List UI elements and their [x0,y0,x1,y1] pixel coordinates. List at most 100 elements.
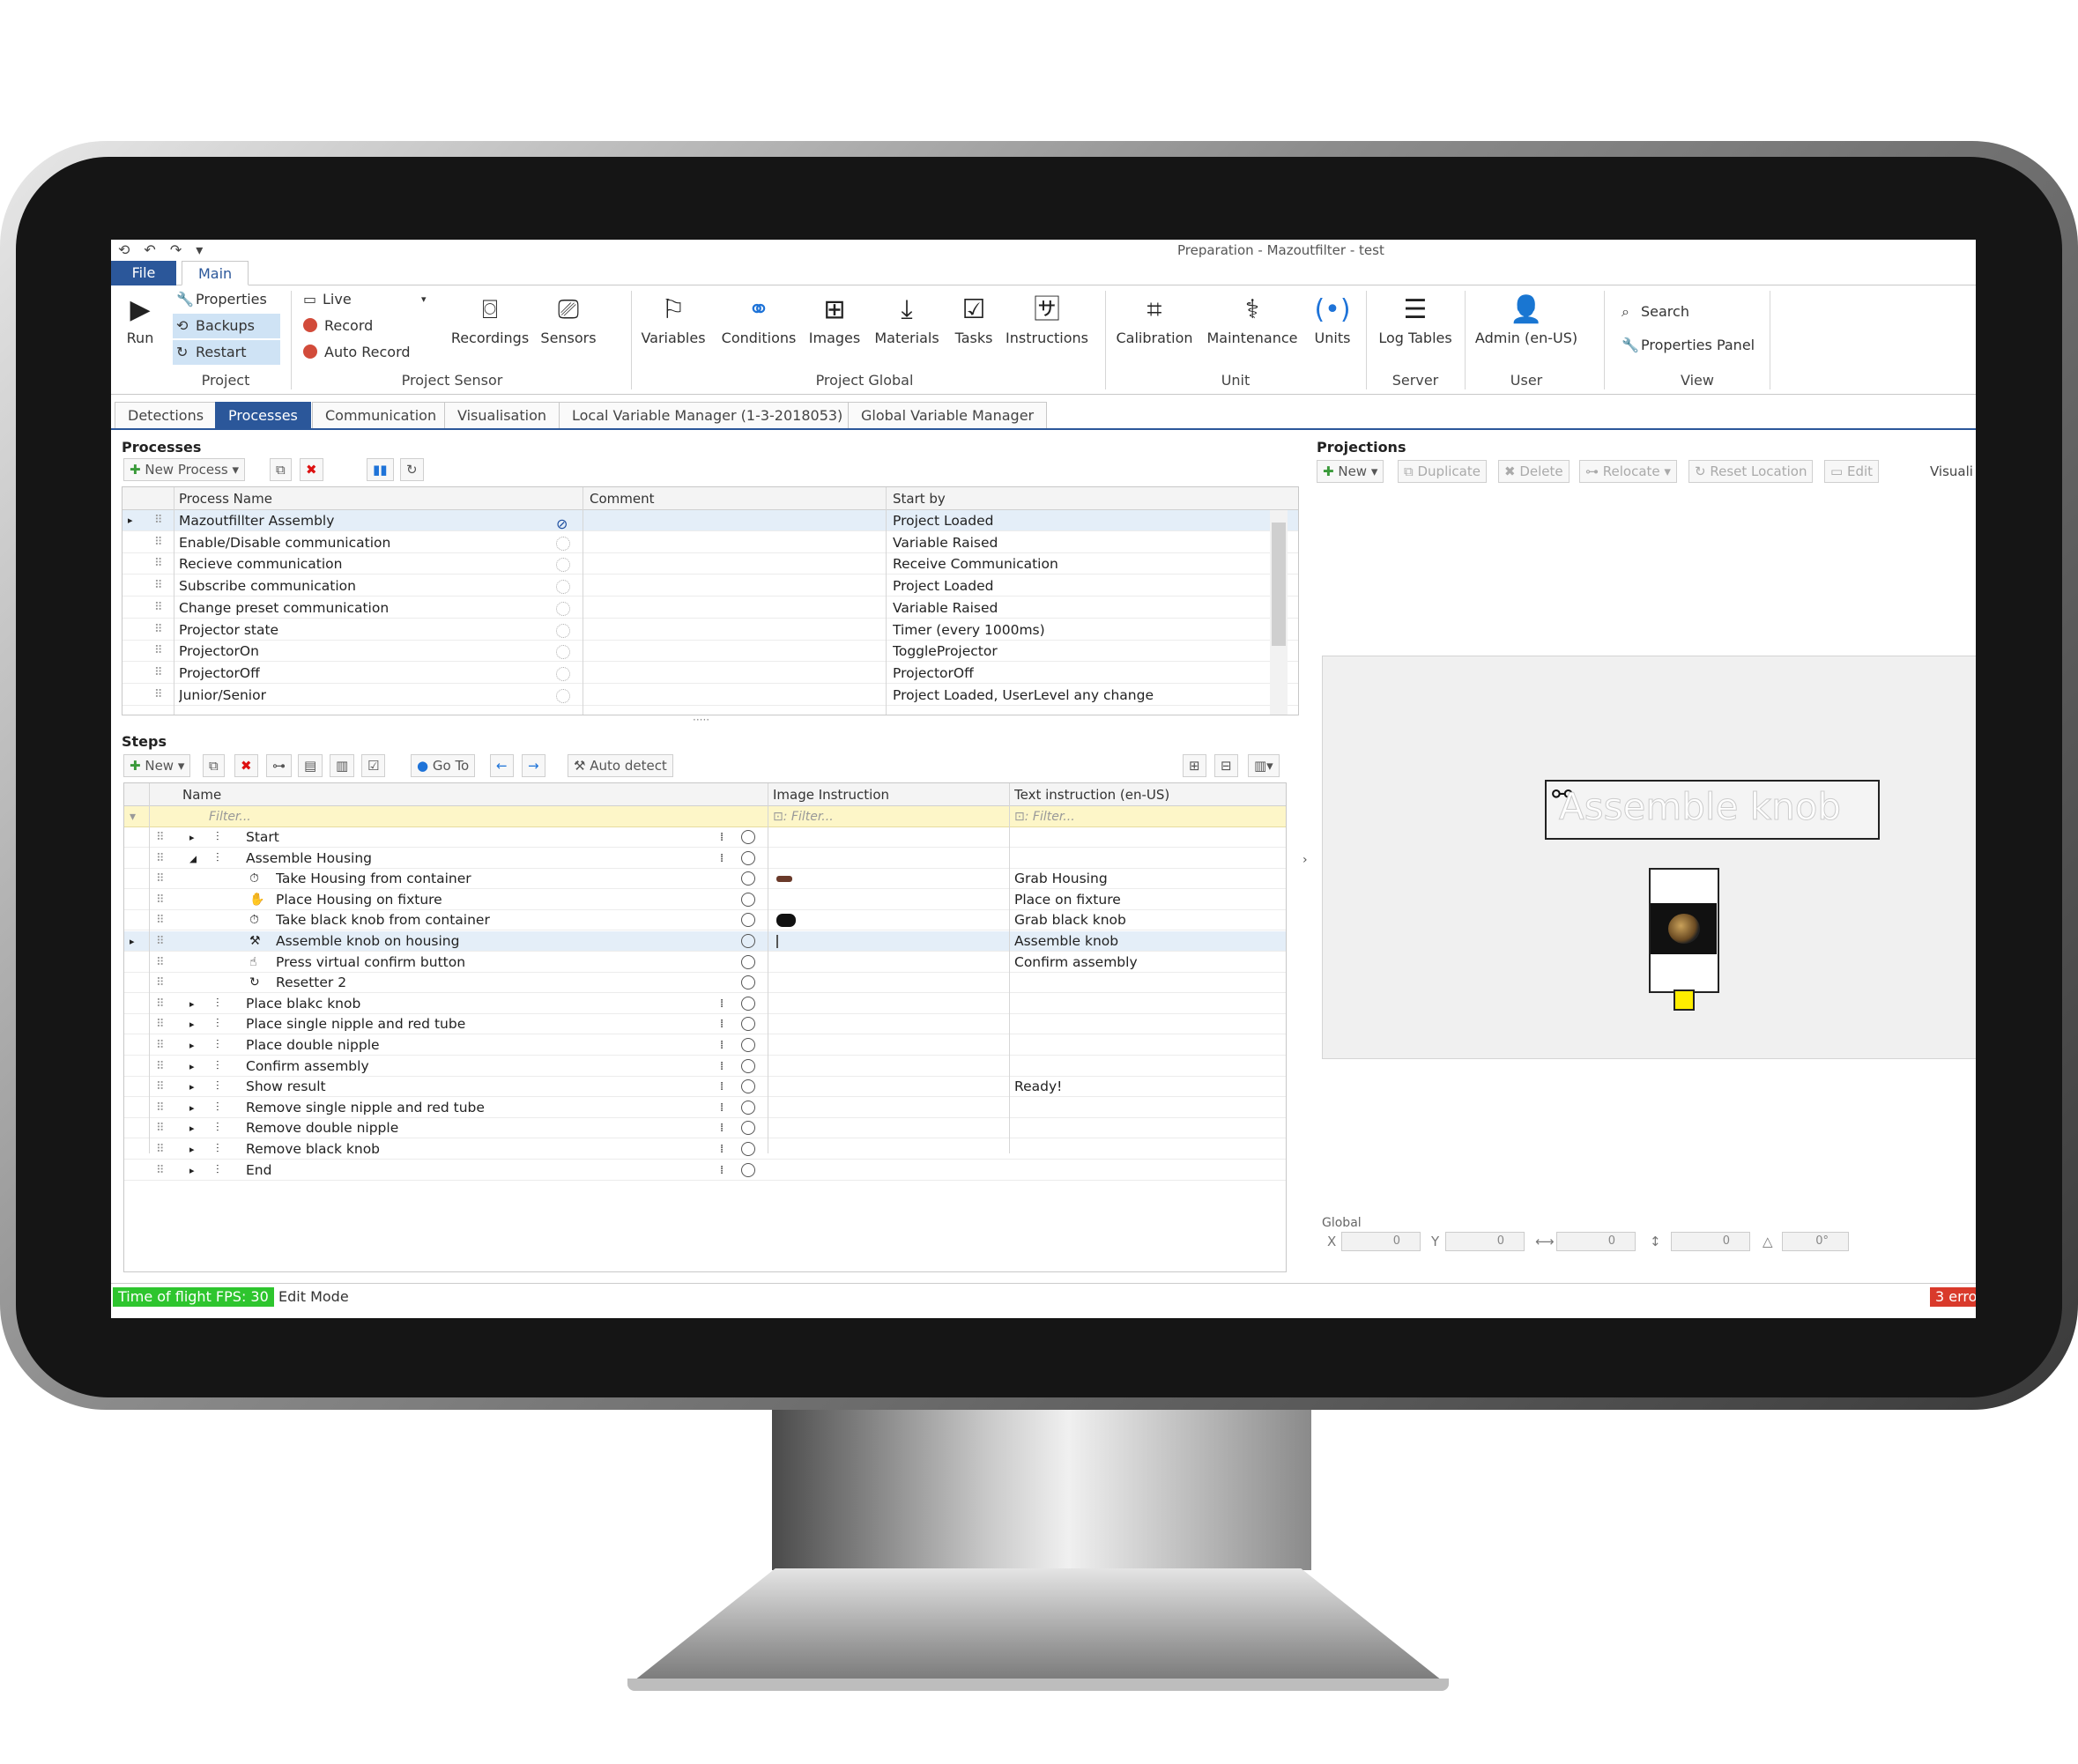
relocate-button[interactable]: ⊶ Relocate ▾ [1579,460,1677,483]
text-filter-input[interactable]: ⊡: Filter... [1014,806,1075,827]
tab-detections[interactable]: Detections [115,402,218,428]
drag-handle-icon[interactable]: ⠿ [154,663,163,684]
tasks-button[interactable]: ☑ Tasks [950,291,998,346]
drag-handle-icon[interactable]: ⠿ [154,685,163,706]
drag-handle-icon[interactable]: ⠿ [154,597,163,619]
tab-processes[interactable]: Processes [215,402,311,428]
copy-step-button[interactable]: ⧉ [203,754,225,777]
next-step-button[interactable]: → [522,754,545,777]
run-button[interactable]: ▶ Run [118,291,162,346]
step-row[interactable]: ⠿ ▸ ⫶ Remove single nipple and red tube ⁞ [124,1098,1286,1118]
collapse-all-button[interactable]: ⊟ [1214,754,1238,777]
image-filter-input[interactable]: ⊡: Filter... [773,806,834,827]
projection-text-box[interactable]: ⚯ Assemble knob [1545,780,1880,840]
step-row[interactable]: ⠿ ↻ Resetter 2 [124,973,1286,994]
units-button[interactable]: (•) Units [1308,291,1357,346]
step-row[interactable]: ⠿ ☝ Press virtual confirm button Confirm as… [124,952,1286,973]
angle-field[interactable]: 0° [1782,1232,1849,1251]
process-row[interactable]: ⠿ ProjectorOn ToggleProjector [122,641,1298,663]
tab-file[interactable]: File [111,261,176,285]
processes-scrollbar[interactable] [1270,510,1288,715]
expand-all-button[interactable]: ⊞ [1183,754,1206,777]
expand-arrow-icon[interactable]: ▸ [189,1160,195,1181]
restart-button[interactable]: ↻ Restart [173,340,280,365]
expand-arrow-icon[interactable]: ▸ [189,1014,195,1034]
quick-access-toolbar[interactable]: ⟲↶↷▾ [118,241,217,258]
drag-handle-icon[interactable]: ⠿ [154,553,163,574]
step-row[interactable]: ⠿ ▸ ⫶ Place blakc knob ⁞ [124,994,1286,1014]
new-process-button[interactable]: ✚ New Process ▾ [123,458,246,481]
error-count-badge[interactable]: 3 errors [1930,1287,1976,1307]
expand-arrow-icon[interactable]: ▸ [189,1118,195,1138]
marker-yellow[interactable] [1674,989,1695,1011]
previous-step-button[interactable]: ← [490,754,514,777]
y-field[interactable]: 0 [1445,1232,1525,1251]
drag-handle-icon[interactable]: ⠿ [156,1139,165,1160]
log-tables-button[interactable]: ☰ Log Tables [1373,291,1458,346]
drag-handle-icon[interactable]: ⠿ [154,575,163,597]
images-button[interactable]: ⊞ Images [805,291,864,346]
expand-arrow-icon[interactable]: ▸ [189,1098,195,1118]
search-button[interactable]: ⌕ Search [1618,300,1777,324]
process-row[interactable]: ⠿ Subscribe communication Project Loaded [122,575,1298,597]
variables-button[interactable]: ⚐ Variables [638,291,709,346]
step-row[interactable]: ⠿ ⏱ Take black knob from container Grab bla… [124,910,1286,931]
drag-handle-icon[interactable]: ⠿ [156,973,165,993]
step-row[interactable]: ⠿ ⏱ Take Housing from container Grab Housin… [124,869,1286,890]
column-header-comment[interactable]: Comment [590,487,655,510]
drag-handle-icon[interactable]: ⠿ [156,890,165,910]
step-row[interactable]: ⠿ ▸ ⫶ Remove black knob ⁞ [124,1139,1286,1160]
expand-arrow-icon[interactable]: ▸ [189,1139,195,1160]
drag-handle-icon[interactable]: ⠿ [156,952,165,973]
drag-handle-icon[interactable]: ⠿ [156,931,165,952]
expand-panel-arrow[interactable]: › [1302,853,1308,867]
drag-handle-icon[interactable]: ⠿ [156,1077,165,1097]
drag-handle-icon[interactable]: ⠿ [156,1160,165,1181]
process-row[interactable]: ⠿ Change preset communication Variable Rai… [122,597,1298,619]
projection-image-box[interactable] [1649,868,1719,993]
splitter-handle[interactable]: ····· [693,714,709,726]
column-header-text-instruction[interactable]: Text instruction (en-US) [1014,783,1169,806]
auto-record-button[interactable]: Auto Record [300,340,432,365]
step-row[interactable]: ⠿ ▸ ⫶ Confirm assembly ⁞ [124,1056,1286,1077]
column-header-start-by[interactable]: Start by [893,487,946,510]
drag-handle-icon[interactable]: ⠿ [156,1014,165,1034]
conditions-button[interactable]: ⚭ Conditions [719,291,798,346]
process-row[interactable]: ⠿ Junior/Senior Project Loaded, UserLevel … [122,685,1298,706]
step-row[interactable]: ▸ ⠿ ⚒ Assemble knob on housing Assemble knob [124,931,1286,952]
duplicate-button[interactable]: ⧉ Duplicate [1398,460,1487,483]
admin-user-button[interactable]: 👤 Admin (en-US) [1472,291,1581,346]
expand-arrow-icon[interactable]: ▸ [189,1056,195,1077]
recordings-button[interactable]: ⌼ Recordings [449,291,531,346]
new-step-button[interactable]: ✚ New ▾ [123,754,191,777]
drag-handle-icon[interactable]: ⠿ [156,910,165,930]
instructions-button[interactable]: 🈂 Instructions [1003,291,1091,346]
drag-handle-icon[interactable]: ⠿ [156,827,165,848]
hierarchy-button[interactable]: ⊶ [266,754,292,777]
column-header-image-instruction[interactable]: Image Instruction [773,783,889,806]
expand-arrow-icon[interactable]: ▸ [189,1077,195,1097]
drag-handle-icon[interactable]: ⠿ [156,849,165,869]
expand-arrow-icon[interactable]: ▸ [189,1035,195,1056]
record-button[interactable]: Record [300,314,432,338]
outdent-button[interactable]: ▥ [330,754,355,777]
live-button[interactable]: ▭ Live ▾ [300,287,432,312]
process-row[interactable]: ⠿ Projector state Timer (every 1000ms) [122,619,1298,641]
expand-arrow-icon[interactable]: ▸ [189,827,195,848]
materials-button[interactable]: ⤓ Materials [871,291,943,346]
tab-local-variable-manager[interactable]: Local Variable Manager (1-3-2018053) [559,402,857,428]
step-row[interactable]: ⠿ ✋ Place Housing on fixture Place on fixtu… [124,890,1286,910]
tab-main[interactable]: Main [182,261,249,285]
process-row[interactable]: ▸ ⠿ Mazoutfillter Assembly ⊘ Project Loaded [122,510,1298,532]
tab-visualisation[interactable]: Visualisation [444,402,560,428]
scrollbar-thumb[interactable] [1272,523,1286,646]
step-row[interactable]: ⠿ ▸ ⫶ Place single nipple and red tube ⁞ [124,1014,1286,1035]
step-row[interactable]: ⠿ ▸ ⫶ End ⁞ [124,1160,1286,1181]
indent-button[interactable]: ▤ [298,754,323,777]
delete-step-button[interactable]: ✖ [234,754,258,777]
properties-panel-button[interactable]: 🔧 Properties Panel [1618,333,1777,358]
maintenance-button[interactable]: ⚕ Maintenance [1204,291,1301,346]
pause-button[interactable]: ▮▮ [367,458,394,481]
expand-arrow-icon[interactable]: ▸ [189,994,195,1014]
tab-communication[interactable]: Communication [312,402,450,428]
